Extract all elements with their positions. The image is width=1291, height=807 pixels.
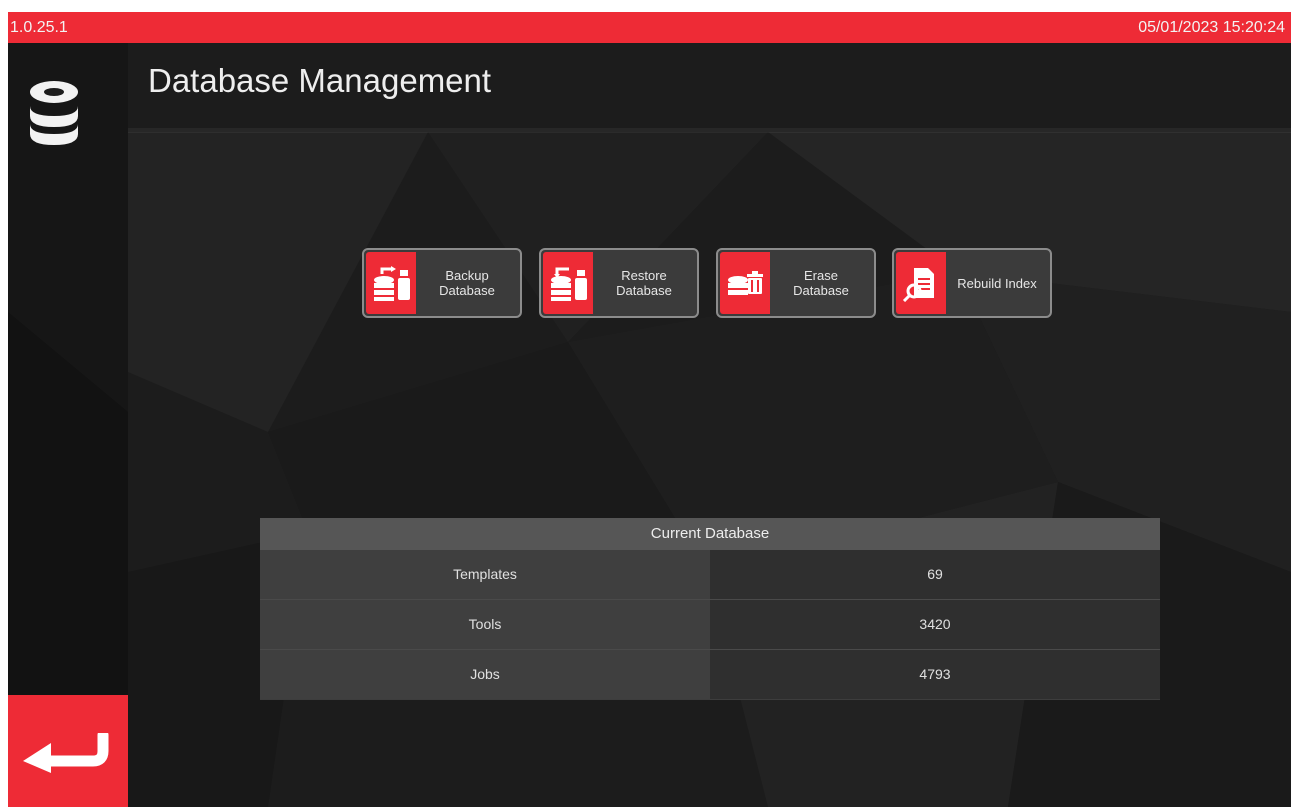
icon-tile <box>543 252 593 314</box>
table-row: Jobs 4793 <box>260 650 1160 700</box>
button-body: Erase Database <box>720 252 872 314</box>
current-database-table: Current Database Templates 69 Tools 3420… <box>260 518 1160 700</box>
button-body: Restore Database <box>543 252 695 314</box>
back-button[interactable] <box>8 695 128 807</box>
row-label: Jobs <box>260 650 710 699</box>
row-value: 3420 <box>710 600 1160 649</box>
button-body: Rebuild Index <box>896 252 1048 314</box>
datetime-label: 05/01/2023 15:20:24 <box>1138 19 1285 36</box>
erase-database-label: Erase Database <box>793 268 849 298</box>
table-title: Current Database <box>260 518 1160 550</box>
erase-database-icon <box>728 271 763 295</box>
restore-database-button[interactable]: Restore Database <box>539 248 699 318</box>
row-label: Tools <box>260 600 710 649</box>
button-body: Backup Database <box>366 252 518 314</box>
row-value: 69 <box>710 550 1160 599</box>
icon-tile <box>366 252 416 314</box>
icon-tile <box>896 252 946 314</box>
table-row: Templates 69 <box>260 550 1160 600</box>
row-label: Templates <box>260 550 710 599</box>
backup-database-label: Backup Database <box>439 268 495 298</box>
icon-tile <box>720 252 770 314</box>
status-bar: 1.0.25.1 05/01/2023 15:20:24 <box>8 12 1291 43</box>
backup-database-button[interactable]: Backup Database <box>362 248 522 318</box>
row-value: 4793 <box>710 650 1160 699</box>
page-title: Database Management <box>148 62 492 99</box>
erase-database-button[interactable]: Erase Database <box>716 248 876 318</box>
restore-database-icon <box>551 267 587 301</box>
rebuild-index-button[interactable]: Rebuild Index <box>892 248 1052 318</box>
back-arrow-icon <box>23 733 109 773</box>
backup-database-icon <box>374 266 410 301</box>
title-divider <box>128 128 1291 133</box>
sidebar <box>8 43 128 807</box>
app-window: 1.0.25.1 05/01/2023 15:20:24 Database Ma… <box>8 12 1291 807</box>
restore-database-label: Restore Database <box>616 268 672 298</box>
table-row: Tools 3420 <box>260 600 1160 650</box>
rebuild-index-icon <box>902 268 934 302</box>
version-label: 1.0.25.1 <box>10 19 68 36</box>
rebuild-index-label: Rebuild Index <box>957 275 1037 291</box>
database-icon <box>30 81 78 145</box>
